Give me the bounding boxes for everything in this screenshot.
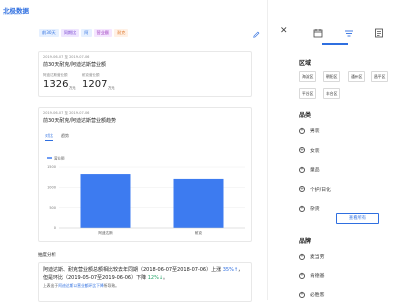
- y-tick-label: 0: [54, 226, 56, 230]
- date-range: 2019-06-07 至 2019-07-06: [43, 55, 90, 59]
- category-item[interactable]: + 男装: [299, 127, 320, 134]
- analysis-text: 阿迪达斯、耐克营业额总额相比较去年同期（2018-06-07至2018-07-0…: [43, 267, 244, 281]
- trend-card: 2019-06-07 至 2019-07-06 前30天耐克/阿迪达斯营业额趋势…: [38, 107, 252, 242]
- y-tick-label: 1500: [47, 165, 56, 169]
- calendar-icon[interactable]: [313, 28, 323, 38]
- analysis-box: 阿迪达斯、耐克营业额总额相比较去年同期（2018-06-07至2018-07-0…: [38, 262, 252, 302]
- y-tick-label: 500: [49, 206, 56, 210]
- date-range: 2019-06-07 至 2019-07-06: [43, 111, 90, 115]
- category-item[interactable]: + 童品: [299, 166, 320, 173]
- metric-value-nike: 1207: [82, 79, 108, 90]
- query-tag[interactable]: 前30天: [39, 29, 59, 37]
- category-item[interactable]: + 女装: [299, 147, 320, 154]
- query-tag[interactable]: 阿: [81, 29, 92, 37]
- analysis-link[interactable]: 阿迪达斯以营业额环比下降: [58, 283, 104, 288]
- brand-item[interactable]: + 麦当劳: [299, 253, 324, 260]
- query-tag[interactable]: 营业额: [93, 29, 113, 37]
- category-item[interactable]: + 杂货: [299, 205, 320, 212]
- y-tick-label: 1000: [47, 186, 56, 190]
- tab-trend[interactable]: 趋势: [61, 133, 69, 141]
- region-chip[interactable]: 海淀区: [299, 71, 317, 82]
- metric-label-nike: 耐克营业额: [82, 73, 100, 77]
- region-chip[interactable]: 通州区: [348, 71, 366, 82]
- metric-unit-nike: 万元: [108, 86, 115, 90]
- add-circle-icon[interactable]: +: [299, 186, 305, 192]
- category-item-label: 童品: [310, 168, 320, 173]
- region-chip[interactable]: 丰台区: [323, 88, 341, 99]
- app-logo-subtitle: POLAR DATA: [3, 13, 22, 16]
- region-chip[interactable]: 平谷区: [299, 88, 317, 99]
- panel-tabs: [268, 22, 399, 46]
- x-tick-label: 阿迪达斯: [98, 230, 113, 235]
- bar: [80, 174, 131, 228]
- brand-item-label: 必胜客: [310, 293, 325, 298]
- brand-item-label: 肯德基: [310, 274, 325, 279]
- query-tag[interactable]: 耐克: [114, 29, 129, 37]
- region-chip[interactable]: 昌平区: [371, 71, 389, 82]
- brand-title: 品牌: [299, 238, 312, 245]
- query-tags: 前30天 同期比阿营业额 耐克: [39, 29, 129, 37]
- active-tab-indicator: [322, 43, 348, 45]
- metric-value-adidas: 1326: [43, 79, 69, 90]
- add-circle-icon[interactable]: +: [299, 291, 305, 298]
- category-item-label: 个护/日化: [310, 187, 331, 193]
- tab-compare[interactable]: 对比: [45, 133, 53, 141]
- see-all-button[interactable]: 查看所有: [336, 213, 379, 224]
- query-tag[interactable]: 同期比: [60, 29, 80, 37]
- sort-icon[interactable]: [344, 28, 354, 38]
- x-tick-label: 耐克: [195, 230, 203, 235]
- analysis-title: 抽度分析: [38, 253, 56, 258]
- metric-unit-adidas: 万元: [69, 86, 76, 90]
- add-circle-icon[interactable]: +: [299, 272, 305, 279]
- brand-item[interactable]: + 肯德基: [299, 272, 324, 279]
- legend-label: 营业额: [54, 156, 65, 161]
- region-title: 区域: [299, 60, 312, 67]
- category-item-label: 女装: [310, 148, 320, 154]
- card-title: 前30天耐克/阿迪达斯营业额: [43, 62, 107, 68]
- brand-item-label: 麦当劳: [310, 255, 325, 260]
- add-circle-icon[interactable]: +: [299, 147, 305, 153]
- close-icon[interactable]: ✕: [280, 26, 288, 36]
- add-circle-icon[interactable]: +: [299, 253, 305, 260]
- pct-down: 12%↓: [147, 274, 164, 281]
- metric-label-adidas: 阿迪达斯营业额: [43, 73, 68, 77]
- bar-chart: 营业额 1500 1000 500 0 阿迪达斯 耐克: [47, 156, 245, 235]
- bar: [173, 178, 224, 228]
- analysis-section: 抽度分析 阿迪达斯、耐克营业额总额相比较去年同期（2018-06-07至2018…: [38, 249, 252, 302]
- analysis-subtext: 上表出于阿迪达斯以营业额环比下降所导致。: [43, 283, 119, 288]
- edit-icon[interactable]: [253, 31, 260, 38]
- metric-card: 2019-06-07 至 2019-07-06 前30天耐克/阿迪达斯营业额 阿…: [38, 51, 252, 97]
- add-circle-icon[interactable]: +: [299, 166, 305, 173]
- card-title: 前30天耐克/阿迪达斯营业额趋势: [43, 118, 117, 124]
- view-tabs: 对比 趋势: [45, 133, 69, 141]
- document-icon[interactable]: [374, 28, 384, 38]
- region-chip[interactable]: 朝阳区: [323, 71, 341, 82]
- add-circle-icon[interactable]: +: [299, 205, 305, 212]
- category-item-label: 杂货: [310, 207, 320, 212]
- pct-up: 35%↑: [222, 267, 239, 273]
- filter-panel: ✕ 区域 海淀区 朝阳区 通州区 昌平区平谷区 丰台区 品类 + 男装 + 女装 + 童品 + 个护/…: [267, 0, 399, 300]
- category-item[interactable]: + 个护/日化: [299, 186, 331, 193]
- brand-item[interactable]: + 必胜客: [299, 291, 324, 298]
- main-content: 前30天 同期比阿营业额 耐克 2019-06-07 至 2019-07-06 前3…: [0, 22, 267, 302]
- category-item-label: 男装: [310, 129, 320, 134]
- add-circle-icon[interactable]: +: [299, 127, 305, 134]
- category-title: 品类: [299, 112, 312, 119]
